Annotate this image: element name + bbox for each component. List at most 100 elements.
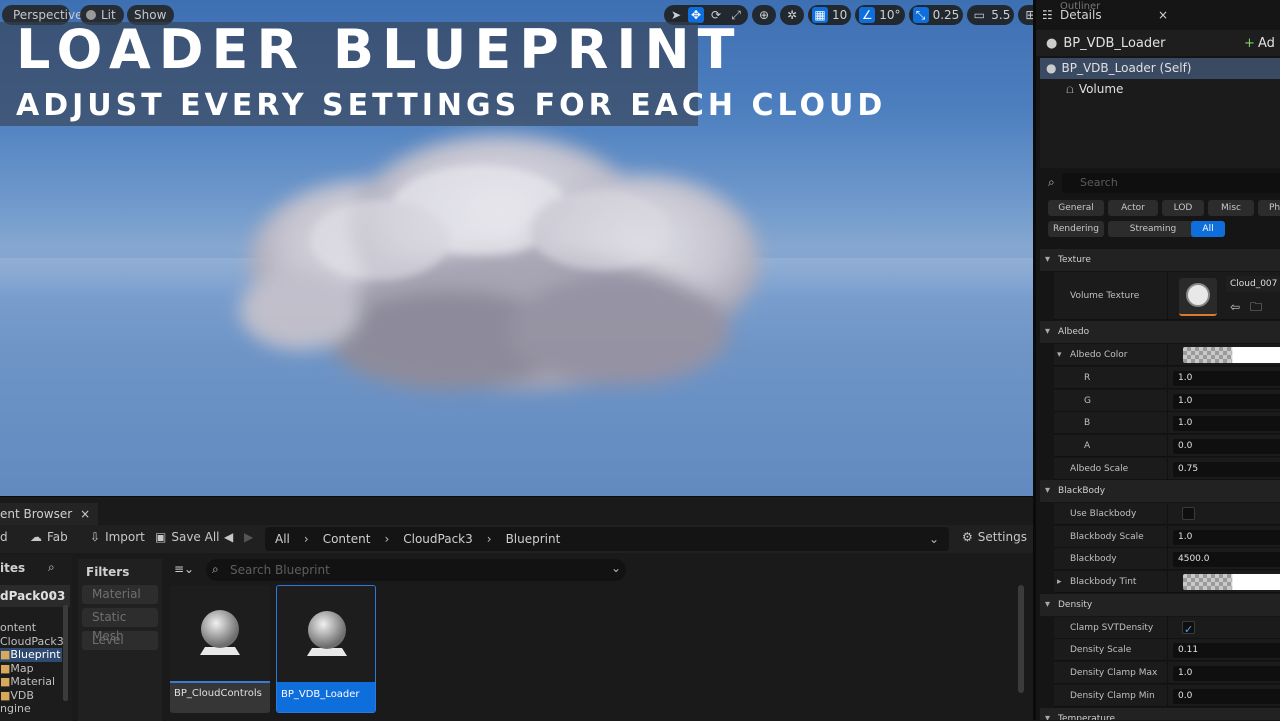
use-selected-icon[interactable]: ⇦ — [1230, 296, 1240, 318]
folder-item-material[interactable]: ■Material — [0, 675, 64, 689]
chevron-down-icon[interactable]: ⌄ — [929, 532, 939, 546]
history-back-button[interactable]: ◀ — [224, 530, 233, 544]
category-physics[interactable]: Ph — [1258, 200, 1280, 216]
folder-item-vdb[interactable]: ■VDB — [0, 689, 64, 703]
search-icon[interactable]: ⌕ — [50, 588, 57, 603]
category-misc[interactable]: Misc — [1208, 200, 1254, 216]
angle-snap-control[interactable]: ∠ 10° — [855, 5, 905, 25]
grid-snap-control[interactable]: ▦ 10 — [808, 5, 852, 25]
settings-button[interactable]: ⚙ Settings — [962, 530, 1027, 544]
filter-chip-material[interactable]: Material — [82, 585, 158, 604]
blackbody-temperature-field[interactable]: 4500.0 — [1173, 552, 1280, 567]
folder-item-engine[interactable]: ngine — [0, 702, 64, 716]
chevron-right-icon[interactable]: ▸ — [1057, 571, 1062, 593]
grid-icon: ▦ — [812, 7, 828, 23]
details-search-input[interactable]: Search — [1062, 173, 1280, 193]
collection-item[interactable]: dPack003 — [0, 585, 70, 607]
actor-icon: ● — [1046, 61, 1057, 75]
prop-albedo-scale: Albedo Scale 0.75 — [1054, 458, 1280, 480]
viewport-layout-button[interactable]: ⊞ — [1018, 5, 1033, 25]
browse-folder-icon[interactable]: 🗀 — [1250, 296, 1262, 318]
category-rendering[interactable]: Rendering — [1048, 221, 1104, 237]
chevron-down-icon[interactable]: ⌄ — [611, 561, 621, 575]
category-streaming[interactable]: Streaming — [1108, 221, 1198, 237]
back-arrow-icon: ◀ — [224, 530, 234, 544]
close-icon[interactable]: × — [80, 503, 90, 525]
chevron-right-icon[interactable]: › — [384, 532, 389, 546]
albedo-b-field[interactable]: 1.0 — [1173, 416, 1280, 431]
asset-thumbnail — [277, 586, 375, 682]
sources-scrollbar[interactable] — [63, 605, 68, 701]
section-texture[interactable]: Texture — [1040, 249, 1280, 271]
globe-icon: ⊕ — [758, 8, 770, 22]
folder-item-content[interactable]: ontent — [0, 621, 64, 635]
density-scale-field[interactable]: 0.11 — [1173, 643, 1280, 658]
breadcrumb-blueprint[interactable]: Blueprint — [506, 532, 561, 546]
filter-chip-level[interactable]: Level — [82, 631, 158, 650]
breadcrumb-all[interactable]: All — [275, 532, 290, 546]
add-button[interactable]: d — [0, 530, 8, 544]
camera-speed-control[interactable]: ▭ 5.5 — [967, 5, 1015, 25]
section-albedo[interactable]: Albedo — [1040, 321, 1280, 343]
component-self[interactable]: ● BP_VDB_Loader (Self) — [1040, 58, 1280, 79]
breadcrumb-content[interactable]: Content — [323, 532, 371, 546]
section-temperature[interactable]: Temperature — [1040, 708, 1280, 720]
close-icon[interactable]: × — [1158, 4, 1168, 26]
search-icon[interactable]: ⌕ — [48, 560, 55, 575]
texture-thumbnail[interactable] — [1179, 278, 1217, 316]
blackbody-tint-swatch[interactable] — [1183, 574, 1280, 590]
filter-icon[interactable]: ≡⌄ — [174, 562, 194, 576]
asset-scrollbar[interactable] — [1018, 585, 1024, 693]
albedo-a-field[interactable]: 0.0 — [1173, 439, 1280, 454]
surface-snap-toggle[interactable]: ✲ — [780, 5, 804, 25]
prop-density-clamp-max: Density Clamp Max 1.0 — [1054, 662, 1280, 684]
category-lod[interactable]: LOD — [1162, 200, 1204, 216]
category-general[interactable]: General — [1048, 200, 1104, 216]
use-blackbody-checkbox[interactable] — [1182, 507, 1195, 520]
asset-tile-bp-cloudcontrols[interactable]: BP_CloudControls — [170, 585, 270, 713]
folder-item-blueprint[interactable]: ■Blueprint — [0, 648, 62, 662]
asset-search-input[interactable]: Search Blueprint — [206, 559, 626, 581]
save-all-button[interactable]: ▣ Save All — [155, 530, 220, 544]
details-tab[interactable]: Outliner ☷ Details × — [1040, 1, 1170, 28]
plus-icon[interactable]: + — [1244, 36, 1255, 51]
import-button[interactable]: ⇩ Import — [90, 530, 145, 544]
filter-chip-static-mesh[interactable]: Static Mesh — [82, 608, 158, 643]
component-volume[interactable]: ⩍ Volume — [1040, 79, 1280, 100]
cube-icon — [1186, 283, 1210, 307]
asset-tile-bp-vdb-loader[interactable]: BP_VDB_Loader — [276, 585, 376, 713]
actor-name: BP_VDB_Loader — [1063, 35, 1166, 51]
albedo-g-field[interactable]: 1.0 — [1173, 394, 1280, 409]
prop-label: Density Clamp Min — [1054, 685, 1168, 707]
fab-button[interactable]: ☁ Fab — [30, 530, 68, 544]
favorites-header[interactable]: ites — [0, 561, 25, 575]
chevron-right-icon[interactable]: › — [487, 532, 492, 546]
breadcrumb-cloudpack3[interactable]: CloudPack3 — [403, 532, 473, 546]
albedo-r-field[interactable]: 1.0 — [1173, 371, 1280, 386]
clamp-svt-density-checkbox[interactable] — [1182, 619, 1195, 641]
add-component-button[interactable]: Ad — [1258, 36, 1275, 51]
prop-albedo-g: G 1.0 — [1054, 390, 1280, 412]
history-forward-button[interactable]: ▶ — [244, 530, 253, 544]
world-local-toggle[interactable]: ⊕ — [752, 5, 776, 25]
category-all[interactable]: All — [1191, 221, 1225, 237]
folder-item-vdb-label: VDB — [10, 688, 34, 702]
import-icon: ⇩ — [90, 530, 101, 544]
category-actor[interactable]: Actor — [1108, 200, 1158, 216]
content-browser-tab[interactable]: ent Browser × — [0, 503, 99, 525]
folder-item-map[interactable]: ■Map — [0, 662, 64, 676]
albedo-color-swatch[interactable] — [1183, 347, 1280, 363]
level-viewport[interactable]: Perspective Lit Show ➤ ✥ ⟳ ⤢ ⊕ ✲ ▦ 10 ∠ … — [0, 0, 1033, 496]
density-clamp-min-field[interactable]: 0.0 — [1173, 689, 1280, 704]
folder-item-cloudpack3[interactable]: CloudPack3 — [0, 635, 64, 649]
scale-snap-control[interactable]: ⤡ 0.25 — [908, 5, 964, 25]
section-density[interactable]: Density — [1040, 594, 1280, 616]
texture-asset-picker[interactable]: Cloud_007 — [1226, 276, 1280, 292]
albedo-scale-field[interactable]: 0.75 — [1173, 462, 1280, 477]
section-blackbody[interactable]: BlackBody — [1040, 480, 1280, 502]
density-clamp-max-field[interactable]: 1.0 — [1173, 666, 1280, 681]
asset-tile-label: BP_VDB_Loader — [277, 682, 375, 712]
chevron-right-icon[interactable]: › — [304, 532, 309, 546]
chevron-down-icon[interactable]: ▾ — [1057, 344, 1062, 366]
blackbody-scale-field[interactable]: 1.0 — [1173, 530, 1280, 545]
